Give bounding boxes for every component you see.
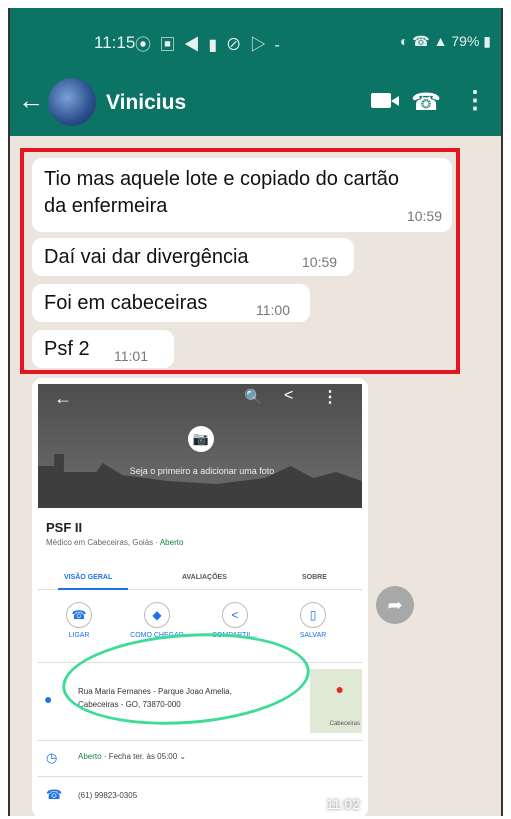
- message-text: Tio mas aquele lote e copiado do cartão …: [44, 168, 400, 217]
- maps-back-icon: ←: [54, 388, 72, 408]
- message-time: 11:01: [114, 348, 148, 364]
- hours-open: Aberto: [78, 752, 102, 761]
- message-time: 10:59: [406, 208, 442, 224]
- action-label: LIGAR: [68, 632, 90, 639]
- status-icons: ⦿ ▣ ◀ ▮ ⊘ ▷ -: [135, 37, 282, 54]
- tab-overview: VISÃO GERAL: [64, 574, 113, 581]
- share-icon: <: [222, 602, 248, 628]
- status-time: 11:15: [94, 33, 136, 52]
- category-text: Médico em Cabeceiras, Goiás: [46, 538, 154, 547]
- action-label: SALVAR: [299, 632, 327, 639]
- message-bubble[interactable]: Foi em cabeceiras 11:00: [32, 284, 310, 322]
- map-thumbnail: ● Cabeceiras: [310, 669, 362, 733]
- hours-text: Aberto · Fecha ter. às 05:00 ⌄: [78, 752, 186, 761]
- action-call: ☎ LIGAR: [50, 602, 108, 639]
- chat-header: ← Vinicius ☎ ⋮: [10, 68, 501, 136]
- forward-icon[interactable]: ➦: [376, 586, 414, 624]
- location-pin-icon: ●: [44, 691, 53, 707]
- action-save: ▯ SALVAR: [284, 602, 342, 639]
- add-photo-icon: 📷: [188, 426, 214, 452]
- message-text: Psf 2: [44, 338, 90, 360]
- open-status: Aberto: [159, 538, 184, 547]
- chat-area: Tio mas aquele lote e copiado do cartão …: [10, 136, 501, 816]
- phone-icon: ☎: [46, 787, 63, 802]
- phone-row: ☎ (61) 99823-0305: [38, 776, 362, 816]
- message-text: Foi em cabeceiras: [44, 292, 208, 314]
- contact-name[interactable]: Vinicius: [106, 91, 186, 115]
- image-message[interactable]: ← 🔍 < ⋮ 📷 Seja o primeiro a adicionar um…: [32, 378, 368, 816]
- phone-icon: ☎: [66, 602, 92, 628]
- maps-share-icon: <: [284, 387, 294, 404]
- back-arrow-icon[interactable]: ←: [18, 85, 44, 115]
- message-time: 10:59: [302, 254, 338, 270]
- map-label: Cabeceiras: [329, 721, 360, 727]
- status-right: ◐ ☎ ▲ 79% ▮: [399, 33, 491, 49]
- place-category: Médico em Cabeceiras, Goiás · Aberto: [46, 538, 184, 547]
- message-text: Daí vai dar divergência: [44, 246, 249, 268]
- status-bar: 11:15 ⦿ ▣ ◀ ▮ ⊘ ▷ - ◐ ☎ ▲ 79% ▮: [10, 8, 501, 68]
- clock-icon: ◷: [46, 750, 58, 765]
- maps-more-icon: ⋮: [322, 389, 338, 406]
- chevron-down-icon: ⌄: [179, 752, 187, 761]
- message-bubble[interactable]: Tio mas aquele lote e copiado do cartão …: [32, 158, 452, 232]
- message-bubble[interactable]: Psf 2 11:01: [32, 330, 174, 368]
- avatar[interactable]: [48, 78, 96, 126]
- place-name: PSF II: [46, 520, 83, 535]
- add-photo-hint: Seja o primeiro a adicionar uma foto: [129, 466, 275, 476]
- bookmark-icon: ▯: [300, 602, 326, 628]
- map-marker-icon: ●: [335, 681, 344, 697]
- maps-search-icon: 🔍: [244, 389, 263, 406]
- message-time: 11:00: [256, 302, 290, 318]
- phone-screen: 11:15 ⦿ ▣ ◀ ▮ ⊘ ▷ - ◐ ☎ ▲ 79% ▮ ← Vinici…: [8, 8, 503, 816]
- directions-icon: ◆: [144, 602, 170, 628]
- hours-row: ◷ Aberto · Fecha ter. às 05:00 ⌄: [38, 740, 362, 774]
- phone-number: (61) 99823-0305: [78, 791, 138, 800]
- tab-about: SOBRE: [302, 574, 327, 581]
- active-tab-indicator: [58, 588, 128, 590]
- maps-tabs: VISÃO GERAL AVALIAÇÕES SOBRE: [38, 560, 362, 590]
- message-bubble[interactable]: Daí vai dar divergência 10:59: [32, 238, 354, 276]
- hours-close: · Fecha ter. às 05:00: [103, 752, 178, 761]
- action-directions: ◆ COMO CHEGAR: [128, 602, 186, 639]
- image-message-time: 11:02: [326, 796, 360, 812]
- video-call-icon[interactable]: [371, 93, 399, 108]
- more-options-icon[interactable]: ⋮: [463, 86, 487, 115]
- tab-reviews: AVALIAÇÕES: [182, 574, 227, 581]
- phone-icon[interactable]: ☎: [411, 88, 441, 117]
